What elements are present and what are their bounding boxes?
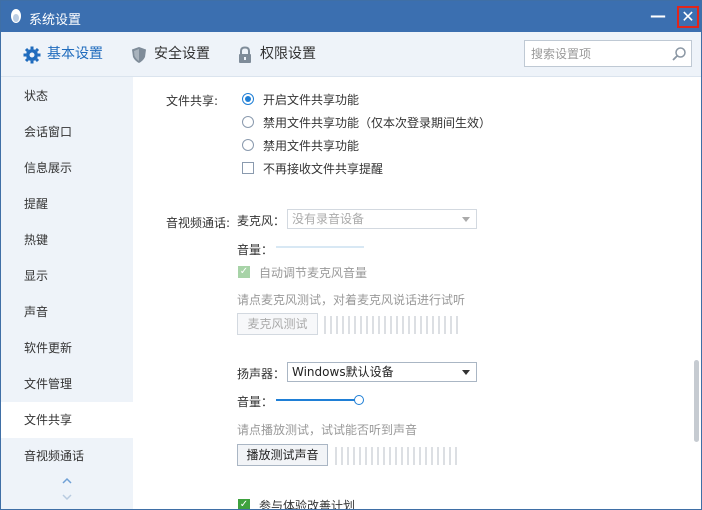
shield-icon [132,47,146,63]
file-share-section-label: 文件共享: [166,94,219,108]
sidebar-item-av-call[interactable]: 音视频通话 [1,438,133,474]
sidebar-item-info-display[interactable]: 信息展示 [1,150,133,186]
speaker-level-meter [335,447,465,465]
sidebar-item-display[interactable]: 显示 [1,258,133,294]
search-icon[interactable] [671,46,687,62]
speaker-label: 扬声器： [237,367,286,381]
mic-label: 麦克风： [237,214,286,228]
improve-plan-checkbox[interactable]: ✓ [238,499,250,509]
tab-permission-settings[interactable]: 权限设置 [236,32,336,77]
speaker-test-button[interactable]: 播放测试声音 [237,444,328,466]
sidebar-item-file-management[interactable]: 文件管理 [1,366,133,402]
chevron-down-icon [462,217,470,222]
tab-permission-settings-label: 权限设置 [260,46,316,62]
mic-volume-slider[interactable] [276,246,364,248]
sidebar-item-status[interactable]: 状态 [1,78,133,114]
file-share-disable-session-label[interactable]: 禁用文件共享功能（仅本次登录期间生效） [263,114,491,131]
window-title: 系统设置 [29,13,82,28]
speaker-device-value: Windows默认设备 [292,365,394,379]
sidebar-item-reminder[interactable]: 提醒 [1,186,133,222]
sidebar-item-sound[interactable]: 声音 [1,294,133,330]
mic-test-button[interactable]: 麦克风测试 [237,313,318,335]
mic-auto-adjust-label[interactable]: 自动调节麦克风音量 [259,264,367,281]
file-share-enable-radio[interactable] [242,93,254,105]
mic-test-hint: 请点麦克风测试，对着麦克风说话进行试听 [237,293,466,307]
file-share-no-remind-checkbox[interactable] [242,162,254,174]
sidebar-item-hotkeys[interactable]: 热键 [1,222,133,258]
av-call-section-label: 音视频通话: [166,216,231,230]
file-share-disable-radio[interactable] [242,139,254,151]
mic-auto-adjust-checkbox[interactable]: ✓ [238,266,250,278]
mic-device-select[interactable]: 没有录音设备 [287,209,477,229]
mic-level-meter [324,316,464,334]
speaker-volume-label: 音量： [237,395,274,409]
sidebar-scroll-arrows-icon[interactable] [61,473,73,505]
speaker-volume-track[interactable] [276,395,364,405]
speaker-volume-handle[interactable] [354,395,364,405]
gear-icon [23,46,41,64]
file-share-enable-label[interactable]: 开启文件共享功能 [263,91,359,108]
search-box [524,40,692,67]
minimize-button[interactable]: — [647,6,669,26]
improve-plan-label[interactable]: 参与体验改善计划 [259,497,355,509]
file-share-disable-session-radio[interactable] [242,116,254,128]
settings-tabs: 基本设置 安全设置 权限设置 [1,32,701,77]
search-input[interactable] [531,45,661,63]
tab-basic-settings[interactable]: 基本设置 [23,32,123,77]
mic-device-value: 没有录音设备 [292,212,365,226]
lock-icon [239,46,251,63]
settings-sidebar: 状态 会话窗口 信息展示 提醒 热键 显示 声音 软件更新 文件管理 文件共享 … [1,77,133,509]
sidebar-item-file-sharing[interactable]: 文件共享 [1,402,133,438]
content-scrollbar[interactable] [694,360,699,442]
speaker-device-select[interactable]: Windows默认设备 [287,362,477,382]
tab-security-settings[interactable]: 安全设置 [130,32,230,77]
tab-security-settings-label: 安全设置 [154,46,210,62]
speaker-test-hint: 请点播放测试，试试能否听到声音 [237,423,418,437]
file-share-disable-label[interactable]: 禁用文件共享功能 [263,137,359,154]
chevron-down-icon [462,370,470,375]
sidebar-item-software-update[interactable]: 软件更新 [1,330,133,366]
tab-basic-settings-label: 基本设置 [47,46,103,62]
settings-content: 文件共享: 开启文件共享功能 禁用文件共享功能（仅本次登录期间生效） 禁用文件共… [133,77,701,509]
mic-volume-label: 音量： [237,243,274,257]
settings-window: 系统设置 — ✕ 基本设置 安全设置 权限设置 搜索设置项 状态 会话窗口 信息… [0,0,702,510]
sidebar-item-chat-window[interactable]: 会话窗口 [1,114,133,150]
file-share-no-remind-label[interactable]: 不再接收文件共享提醒 [263,160,383,177]
close-button[interactable]: ✕ [677,6,699,28]
penguin-icon [11,9,21,23]
speaker-volume-fill [276,399,359,401]
title-bar[interactable]: 系统设置 — ✕ [1,1,701,32]
